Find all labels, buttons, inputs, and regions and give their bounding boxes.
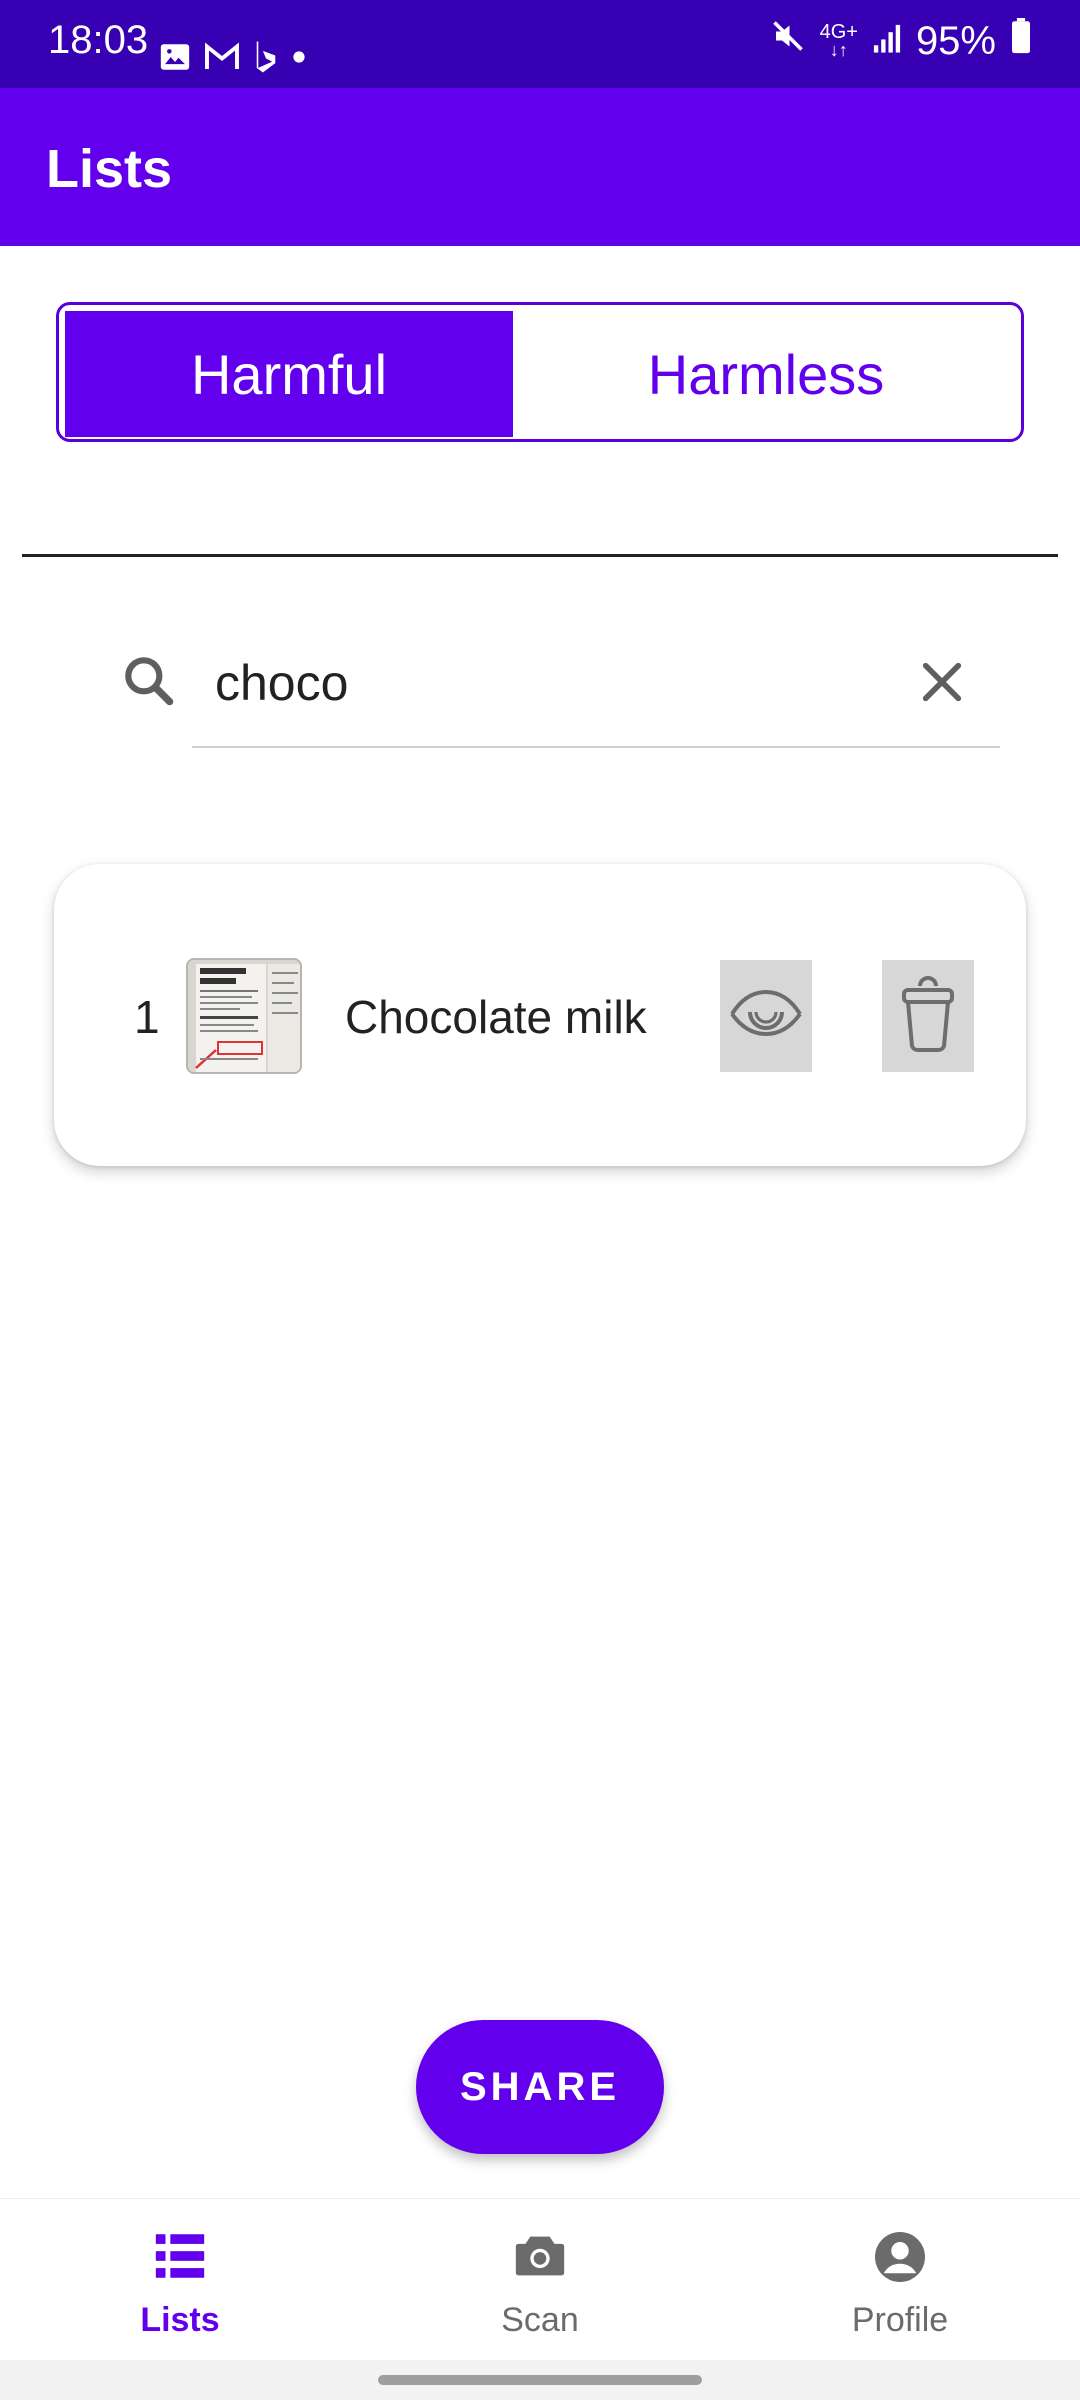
gesture-bar bbox=[0, 2360, 1080, 2400]
close-icon[interactable] bbox=[914, 654, 970, 715]
trash-icon bbox=[896, 974, 960, 1059]
list-type-toggle: Harmful Harmless bbox=[56, 302, 1024, 442]
signal-icon bbox=[872, 19, 902, 64]
camera-icon bbox=[360, 2227, 720, 2285]
app-bar: Lists bbox=[0, 88, 1080, 246]
search-field[interactable]: choco bbox=[108, 620, 1000, 748]
nav-profile-label: Profile bbox=[851, 2301, 949, 2339]
mute-icon bbox=[770, 18, 806, 64]
network-type: 4G+ ↓↑ bbox=[819, 21, 858, 60]
bottom-nav: Lists Scan Profile bbox=[0, 2198, 1080, 2360]
tab-harmful[interactable]: Harmful bbox=[65, 311, 513, 437]
search-input[interactable]: choco bbox=[215, 654, 348, 712]
gmail-icon bbox=[204, 40, 240, 79]
battery-percent: 95% bbox=[915, 18, 996, 63]
divider bbox=[22, 554, 1058, 557]
nav-lists-label: Lists bbox=[140, 2301, 220, 2339]
view-button[interactable] bbox=[720, 960, 812, 1072]
gallery-icon bbox=[158, 40, 192, 79]
account-icon bbox=[720, 2227, 1080, 2287]
status-bar: 18:03 4G+ ↓↑ 95% bbox=[0, 0, 1080, 88]
eye-icon bbox=[726, 974, 806, 1059]
list-item[interactable]: 1 Chocolate milk bbox=[54, 864, 1026, 1166]
status-time: 18:03 bbox=[48, 18, 149, 62]
battery-icon bbox=[1010, 18, 1032, 64]
item-index: 1 bbox=[134, 991, 160, 1043]
nav-profile[interactable]: Profile bbox=[720, 2199, 1080, 2361]
delete-button[interactable] bbox=[882, 960, 974, 1072]
search-icon bbox=[118, 650, 180, 717]
system-status: 4G+ ↓↑ 95% bbox=[770, 18, 1032, 64]
home-indicator[interactable] bbox=[378, 2375, 702, 2385]
item-name: Chocolate milk bbox=[345, 991, 647, 1043]
item-thumbnail bbox=[186, 958, 302, 1074]
share-button[interactable]: SHARE bbox=[416, 2020, 664, 2154]
tab-harmless[interactable]: Harmless bbox=[513, 311, 1019, 437]
list-icon bbox=[0, 2227, 360, 2285]
nav-scan-label: Scan bbox=[501, 2301, 579, 2339]
dot-icon bbox=[292, 50, 306, 69]
nav-lists[interactable]: Lists bbox=[0, 2199, 360, 2361]
notification-icons bbox=[158, 40, 306, 79]
search-underline bbox=[192, 746, 1000, 748]
nav-scan[interactable]: Scan bbox=[360, 2199, 720, 2361]
page-title: Lists bbox=[46, 139, 173, 199]
bing-icon bbox=[252, 40, 280, 79]
